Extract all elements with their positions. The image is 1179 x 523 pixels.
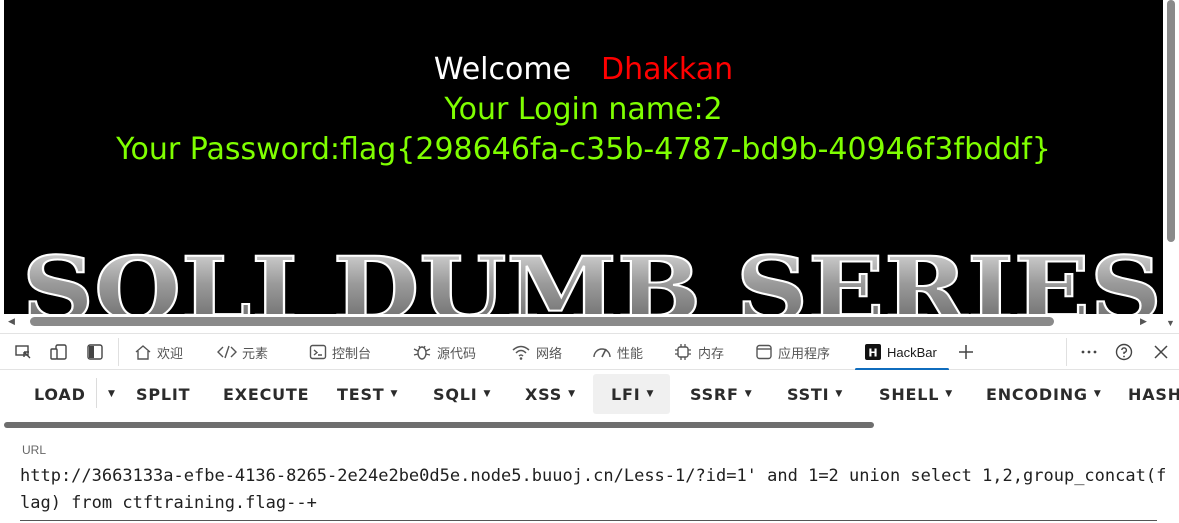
url-panel: URL http://3663133a-efbe-4136-8265-2e24e…: [0, 430, 1179, 523]
shell-menu-button[interactable]: SHELL ▼: [879, 374, 953, 414]
web-page-content: Welcome Dhakkan Your Login name:2 Your Pa…: [4, 0, 1163, 314]
welcome-line: Welcome Dhakkan: [4, 50, 1163, 90]
caret-down-icon: ▼: [108, 389, 116, 399]
execute-button[interactable]: EXECUTE: [223, 374, 309, 414]
login-name-line: Your Login name:2: [444, 92, 723, 127]
test-label: TEST: [337, 384, 385, 404]
chip-icon: [675, 344, 691, 360]
vertical-scrollbar[interactable]: ▼: [1163, 0, 1179, 328]
tab-memory-label: 内存: [698, 345, 725, 361]
inspect-element-icon[interactable]: [14, 343, 32, 361]
test-menu-button[interactable]: TEST ▼: [337, 374, 398, 414]
hash-menu-button[interactable]: HASH: [1128, 374, 1179, 414]
tab-sources-label: 源代码: [437, 345, 477, 361]
sqli-label: SQLI: [433, 384, 478, 404]
caret-down-icon: ▼: [483, 389, 492, 399]
tab-welcome[interactable]: 欢迎: [134, 334, 183, 370]
xss-menu-button[interactable]: XSS ▼: [525, 374, 576, 414]
gauge-icon: [593, 348, 611, 358]
load-label: LOAD: [34, 384, 86, 404]
tab-hackbar[interactable]: H HackBar: [864, 334, 937, 370]
more-options-icon[interactable]: [1080, 343, 1098, 361]
banner-text: SQLI DUMB SERIES: [22, 240, 1162, 314]
tab-sources[interactable]: 源代码: [412, 334, 476, 370]
tab-application[interactable]: 应用程序: [755, 334, 830, 370]
tab-performance[interactable]: 性能: [592, 334, 643, 370]
hash-label: HASH: [1128, 384, 1179, 404]
caret-down-icon: ▼: [744, 389, 753, 399]
shell-label: SHELL: [879, 384, 940, 404]
vertical-scroll-thumb[interactable]: [1167, 0, 1175, 242]
split-button[interactable]: SPLIT: [136, 374, 190, 414]
device-emulation-icon[interactable]: [50, 343, 68, 361]
tab-console[interactable]: 控制台: [309, 334, 371, 370]
sqli-dumb-series-banner: SQLI DUMB SERIES: [22, 240, 1162, 314]
caret-down-icon: ▼: [390, 389, 399, 399]
scroll-down-arrow-icon[interactable]: ▼: [1166, 318, 1175, 328]
hackbar-toolbar: LOAD ▼ SPLIT EXECUTE TEST ▼ SQLI ▼ XSS ▼ LF…: [0, 370, 1179, 428]
horizontal-scroll-thumb[interactable]: [30, 317, 1054, 326]
tab-performance-label: 性能: [617, 345, 644, 361]
welcome-text: Welcome: [433, 52, 572, 87]
tab-console-label: 控制台: [332, 345, 372, 361]
toolbar-separator: [1066, 338, 1067, 366]
scroll-left-arrow-icon[interactable]: ◀: [8, 316, 15, 327]
caret-down-icon: ▼: [835, 389, 844, 399]
ssrf-menu-button[interactable]: SSRF ▼: [690, 374, 753, 414]
tab-network-label: 网络: [536, 345, 563, 361]
ssrf-label: SSRF: [690, 384, 739, 404]
ssti-menu-button[interactable]: SSTI ▼: [787, 374, 843, 414]
tab-application-label: 应用程序: [778, 345, 831, 361]
username-text: Dhakkan: [601, 52, 734, 87]
tab-hackbar-label: HackBar: [887, 344, 937, 360]
url-textarea[interactable]: http://3663133a-efbe-4136-8265-2e24e2be0…: [20, 463, 1170, 517]
ssti-label: SSTI: [787, 384, 830, 404]
bug-icon: [413, 345, 431, 360]
wifi-icon: [512, 345, 530, 360]
devtools-tab-bar: 欢迎 元素 控制台 源代码 网络 性能 内存 应用程序 H HackBar: [0, 333, 1179, 371]
sqli-menu-button[interactable]: SQLI ▼: [433, 374, 491, 414]
url-underline: [20, 520, 1157, 521]
lfi-label: LFI: [611, 384, 641, 404]
xss-label: XSS: [525, 384, 563, 404]
tab-elements-label: 元素: [242, 345, 269, 361]
help-icon[interactable]: [1115, 343, 1133, 361]
home-icon: [135, 345, 151, 360]
tab-memory[interactable]: 内存: [673, 334, 724, 370]
password-line: Your Password:flag{298646fa-c35b-4787-bd…: [116, 132, 1051, 167]
dock-side-icon[interactable]: [86, 343, 104, 361]
url-label: URL: [22, 443, 47, 457]
encoding-label: ENCODING: [986, 384, 1088, 404]
caret-down-icon: ▼: [568, 389, 576, 399]
console-icon: [309, 344, 327, 360]
split-label: SPLIT: [136, 384, 191, 404]
tab-elements[interactable]: 元素: [217, 334, 268, 370]
load-separator: [96, 378, 97, 408]
hackbar-icon: H: [865, 344, 881, 360]
window-icon: [756, 344, 772, 360]
encoding-menu-button[interactable]: ENCODING ▼: [986, 374, 1102, 414]
load-button[interactable]: LOAD: [34, 374, 86, 414]
caret-down-icon: ▼: [646, 389, 655, 399]
add-tab-icon[interactable]: [957, 343, 975, 361]
execute-label: EXECUTE: [223, 384, 310, 404]
load-options-dropdown[interactable]: ▼: [102, 374, 116, 414]
tab-separator: [118, 338, 119, 366]
code-icon: [217, 345, 237, 359]
scroll-right-arrow-icon[interactable]: ▶: [1140, 316, 1147, 327]
close-devtools-icon[interactable]: [1152, 343, 1170, 361]
horizontal-scrollbar[interactable]: ◀ ▶: [0, 314, 1163, 333]
caret-down-icon: ▼: [945, 389, 953, 399]
svg-text:H: H: [868, 347, 877, 360]
toolbar-scrollbar[interactable]: [4, 422, 874, 428]
tab-network[interactable]: 网络: [511, 334, 562, 370]
page-viewport: Welcome Dhakkan Your Login name:2 Your Pa…: [0, 0, 1179, 333]
caret-down-icon: ▼: [1093, 389, 1102, 399]
lfi-menu-button[interactable]: LFI ▼: [593, 374, 670, 414]
tab-welcome-label: 欢迎: [157, 345, 184, 361]
